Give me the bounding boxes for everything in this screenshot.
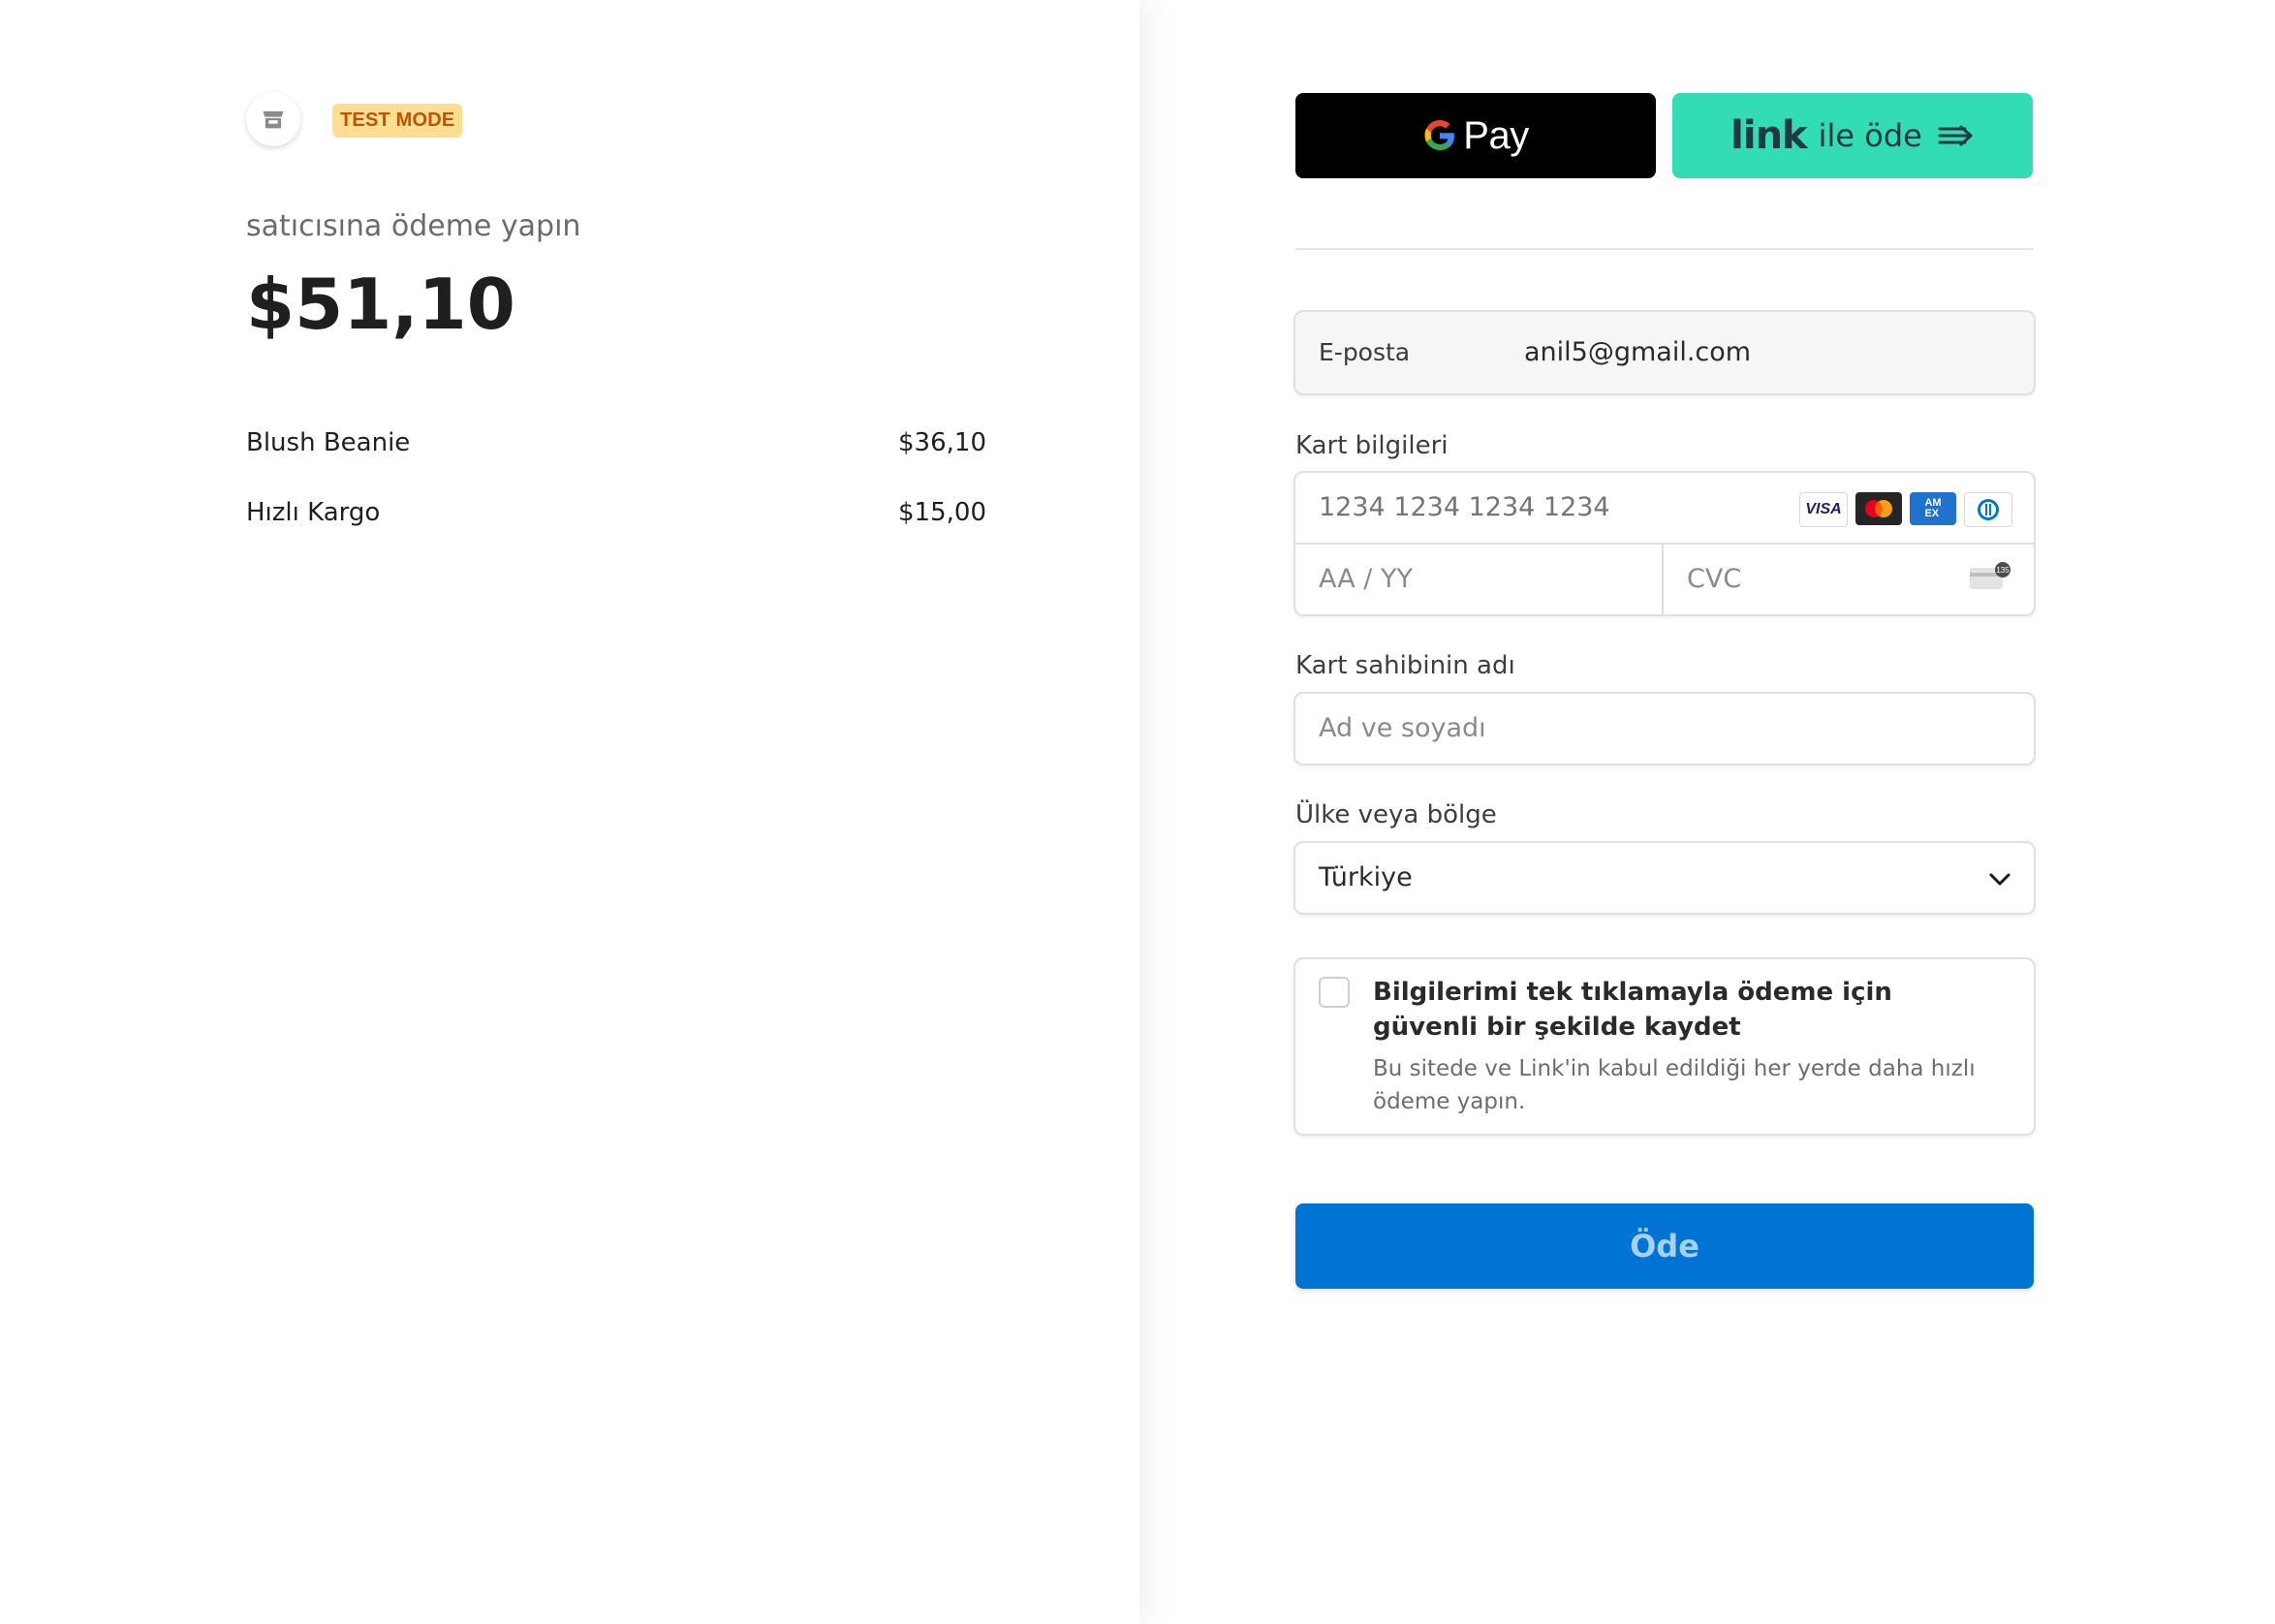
line-item: Blush Beanie $36,10 <box>246 423 986 462</box>
link-pay-button[interactable]: link ile öde <box>1672 93 2033 178</box>
line-item-name: Hızlı Kargo <box>246 498 381 527</box>
email-label: E-posta <box>1319 338 1411 366</box>
card-number-input[interactable] <box>1319 473 1706 543</box>
save-info-panel: Bilgilerimi tek tıklamayla ödeme için gü… <box>1293 957 2036 1136</box>
mastercard-icon <box>1855 492 1902 525</box>
chevron-down-icon <box>1989 873 2010 886</box>
visa-icon: VISA <box>1799 492 1848 527</box>
cardholder-name-label: Kart sahibinin adı <box>1295 651 1515 680</box>
card-cvc-input[interactable]: CVC <box>1687 545 1741 614</box>
order-total: $51,10 <box>246 264 515 345</box>
country-selected-value: Türkiye <box>1319 862 1413 892</box>
cardholder-name-input[interactable]: Ad ve soyadı <box>1293 692 2036 765</box>
card-info-group: VISA AMEX AA / YY CVC <box>1293 471 2036 616</box>
email-field[interactable]: E-posta anil5@gmail.com <box>1293 310 2036 395</box>
diners-club-icon <box>1964 492 2012 527</box>
line-item-price: $36,10 <box>898 428 986 457</box>
amex-icon: AM EX <box>1910 492 1956 525</box>
card-expiry-input[interactable]: AA / YY <box>1319 545 1413 614</box>
country-label: Ülke veya bölge <box>1295 800 1497 829</box>
cardholder-name-placeholder: Ad ve soyadı <box>1319 713 1486 743</box>
save-info-checkbox[interactable] <box>1319 977 1350 1008</box>
store-icon <box>246 92 300 146</box>
link-pay-label: ile öde <box>1818 117 1922 154</box>
google-pay-button[interactable]: Pay <box>1295 93 1656 178</box>
google-g-icon <box>1424 120 1455 150</box>
cvc-card-icon: 135 <box>1968 562 2012 597</box>
card-brand-logos: VISA AM EX <box>1799 492 2012 527</box>
line-item: Hızlı Kargo $15,00 <box>246 493 986 532</box>
line-item-price: $15,00 <box>898 498 986 527</box>
merchant-line: satıcısına ödeme yapın <box>246 209 581 243</box>
save-info-title: Bilgilerimi tek tıklamayla ödeme için gü… <box>1373 978 1892 1042</box>
pay-button-label: Öde <box>1630 1228 1699 1265</box>
line-item-name: Blush Beanie <box>246 428 411 457</box>
test-mode-badge: TEST MODE <box>332 104 463 138</box>
card-number-row: VISA AMEX <box>1295 473 2034 545</box>
card-field-divider <box>1662 543 1664 614</box>
save-info-subtitle: Bu sitede ve Link'in kabul edildiği her … <box>1373 1056 1976 1114</box>
email-value: anil5@gmail.com <box>1524 337 1752 367</box>
link-logo: link <box>1730 113 1807 158</box>
order-summary-panel: TEST MODE satıcısına ödeme yapın $51,10 … <box>0 0 1139 1624</box>
arrow-right-icon <box>1938 125 1973 146</box>
country-select[interactable]: Türkiye <box>1293 841 2036 915</box>
google-pay-label: Pay <box>1463 113 1529 157</box>
divider <box>1295 248 2034 250</box>
pay-button[interactable]: Öde <box>1295 1203 2034 1289</box>
card-info-label: Kart bilgileri <box>1295 431 1449 460</box>
svg-text:135: 135 <box>1996 566 2010 575</box>
